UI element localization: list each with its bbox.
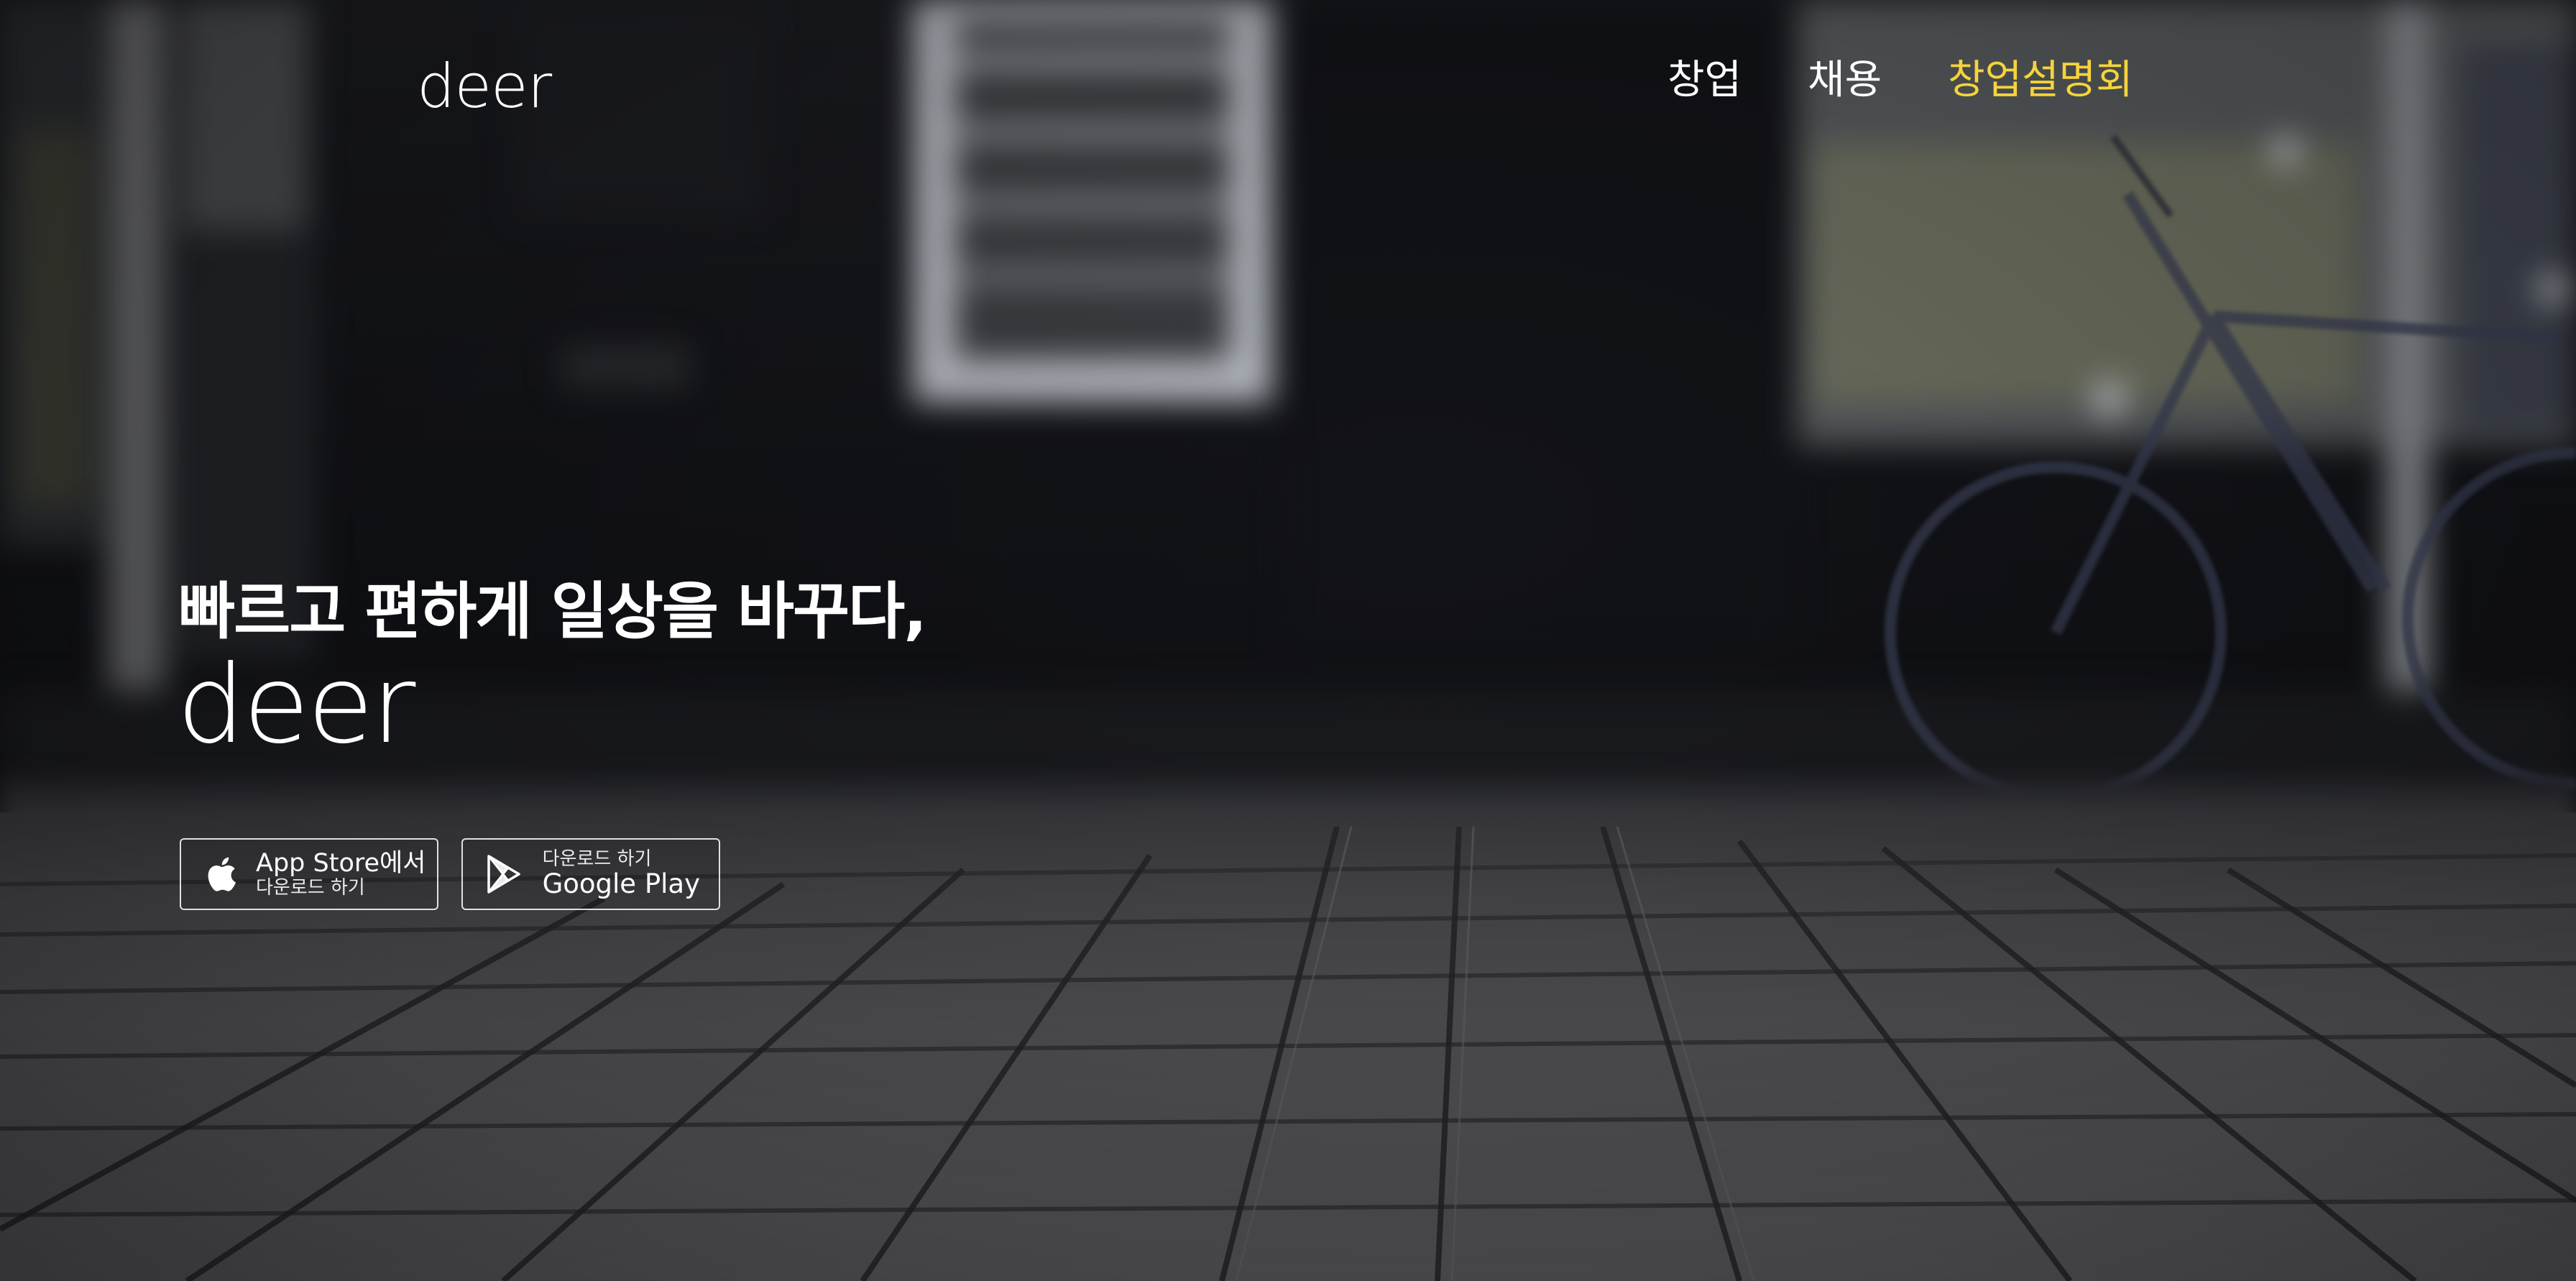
hero-logo: deer	[177, 643, 415, 768]
app-store-main-label: App Store에서	[256, 849, 426, 878]
app-store-button[interactable]: App Store에서 다운로드 하기	[180, 838, 438, 910]
landing-page: deer 창업 채용 창업설명회 빠르고 편하게 일상을 바꾸다, deer A…	[0, 0, 2576, 1281]
main-nav: 창업 채용 창업설명회	[1668, 60, 2133, 101]
apple-icon	[203, 853, 237, 896]
google-play-icon	[484, 853, 524, 896]
google-play-button[interactable]: 다운로드 하기 Google Play	[461, 838, 720, 910]
nav-item-info-session[interactable]: 창업설명회	[1948, 60, 2133, 101]
app-store-sub-label: 다운로드 하기	[256, 876, 365, 899]
google-play-sub-label: 다운로드 하기	[542, 848, 652, 871]
hero-headline: 빠르고 편하게 일상을 바꾸다,	[178, 576, 927, 648]
nav-item-recruit[interactable]: 채용	[1808, 60, 1882, 101]
nav-item-startup[interactable]: 창업	[1668, 60, 1742, 101]
app-store-buttons: App Store에서 다운로드 하기 다운로드 하기 Google Play	[180, 838, 720, 910]
brand-logo[interactable]: deer	[417, 56, 552, 116]
google-play-main-label: Google Play	[542, 868, 700, 899]
